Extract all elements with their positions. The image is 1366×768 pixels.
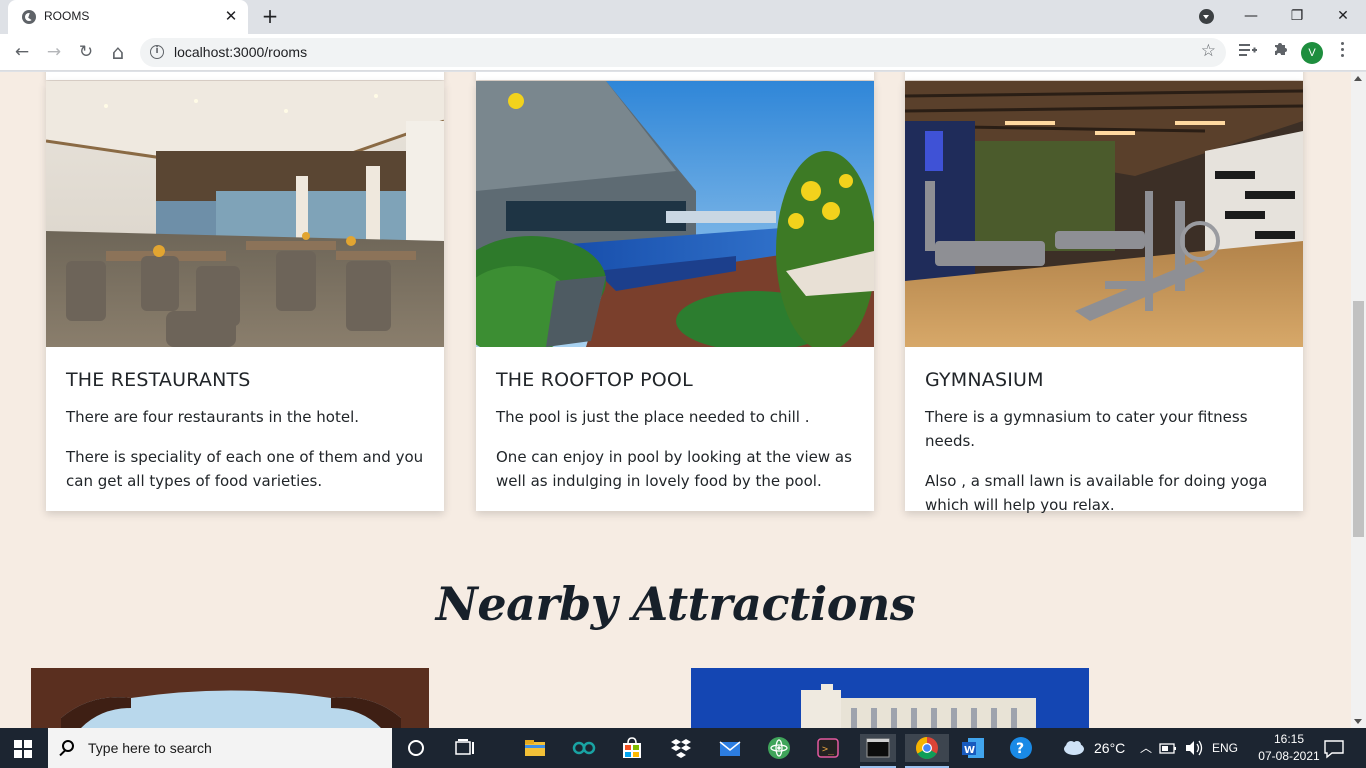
weather-temperature[interactable]: 26°C (1094, 740, 1125, 756)
scroll-down-arrow-icon[interactable] (1354, 719, 1362, 724)
bookmark-star-icon[interactable]: ☆ (1201, 41, 1216, 61)
previous-card-edge (905, 72, 1303, 80)
extensions-icon[interactable] (1268, 40, 1292, 64)
facility-card-restaurants: THE RESTAURANTS There are four restauran… (46, 81, 444, 511)
browser-menu-icon[interactable] (1338, 42, 1346, 60)
card-title: THE RESTAURANTS (66, 369, 251, 391)
windows-start-icon[interactable] (14, 740, 32, 758)
new-tab-button[interactable]: + (258, 4, 282, 28)
restore-button[interactable]: ❐ (1282, 4, 1312, 28)
help-icon[interactable]: ? (1007, 734, 1035, 762)
profile-avatar[interactable]: V (1301, 42, 1323, 64)
svg-text:?: ? (1016, 741, 1024, 757)
svg-text:W: W (964, 745, 975, 756)
clock-time[interactable]: 16:15 (1264, 732, 1314, 746)
card-text: Also , a small lawn is available for doi… (925, 472, 1268, 514)
reading-list-icon[interactable] (1236, 40, 1260, 64)
chrome-icon[interactable] (905, 734, 949, 762)
microsoft-store-icon[interactable] (618, 734, 646, 762)
card-text: One can enjoy in pool by looking at the … (496, 448, 852, 490)
back-button[interactable]: ← (10, 40, 34, 64)
previous-card-edge (46, 72, 444, 80)
minimize-button[interactable]: — (1236, 4, 1266, 28)
task-view-icon[interactable] (450, 734, 478, 762)
volume-icon[interactable] (1183, 734, 1205, 762)
home-button[interactable]: ⌂ (106, 40, 130, 64)
file-explorer-icon[interactable] (521, 734, 549, 762)
microsoft-word-icon[interactable]: W (959, 734, 987, 762)
site-info-icon[interactable]: i (150, 45, 164, 59)
clock-date[interactable]: 07-08-2021 (1252, 749, 1326, 763)
facility-card-gymnasium: GYMNASIUM There is a gymnasium to cater … (905, 81, 1303, 514)
attraction-photo-palace (691, 668, 1089, 728)
card-text: The pool is just the place needed to chi… (496, 408, 810, 426)
taskbar-search-box[interactable]: Type here to search (48, 728, 392, 768)
section-heading-nearby-attractions: Nearby Attractions (435, 577, 916, 631)
card-text: There are four restaurants in the hotel. (66, 408, 360, 426)
restaurant-photo (46, 81, 444, 347)
attraction-photo-fort-arch (31, 668, 429, 728)
url-text[interactable]: localhost:3000/rooms (174, 44, 307, 60)
page-content: THE RESTAURANTS There are four restauran… (0, 72, 1351, 728)
globe-icon (22, 10, 36, 24)
show-hidden-icons-icon[interactable]: ︿ (1140, 739, 1152, 756)
tab-strip: ROOMS ✕ + — ❐ ✕ (0, 0, 1366, 34)
scroll-up-arrow-icon[interactable] (1354, 76, 1362, 81)
tab-search-icon[interactable] (1199, 9, 1214, 24)
browser-tab[interactable]: ROOMS ✕ (8, 0, 248, 34)
weather-cloud-icon[interactable] (1060, 734, 1088, 762)
previous-card-edge (476, 72, 874, 80)
forward-button[interactable]: → (42, 40, 66, 64)
battery-network-icon[interactable] (1157, 734, 1179, 762)
window-close-button[interactable]: ✕ (1328, 4, 1358, 28)
language-indicator[interactable]: ENG (1212, 741, 1238, 755)
atom-editor-icon[interactable] (765, 734, 793, 762)
address-bar[interactable]: i localhost:3000/rooms ☆ (140, 38, 1226, 67)
page-scrollbar[interactable] (1351, 72, 1366, 728)
facility-card-rooftop-pool: THE ROOFTOP POOL The pool is just the pl… (476, 81, 874, 511)
reload-button[interactable]: ↻ (74, 40, 98, 64)
scroll-thumb[interactable] (1353, 301, 1364, 537)
mail-icon[interactable] (716, 734, 744, 762)
command-prompt-icon[interactable] (860, 734, 896, 762)
terminal-app-icon[interactable]: >_ (814, 734, 842, 762)
card-title: THE ROOFTOP POOL (496, 369, 693, 391)
browser-toolbar: ← → ↻ ⌂ i localhost:3000/rooms ☆ V (0, 34, 1366, 71)
card-text: There is speciality of each one of them … (66, 448, 424, 490)
card-text: There is a gymnasium to cater your fitne… (925, 408, 1248, 450)
windows-taskbar: Type here to search >_ W ? 26°C ︿ ENG 16… (0, 728, 1366, 768)
search-placeholder: Type here to search (88, 740, 212, 756)
svg-text:>_: >_ (822, 744, 835, 755)
search-icon (62, 740, 74, 752)
notifications-icon[interactable] (1320, 734, 1348, 762)
card-title: GYMNASIUM (925, 369, 1044, 391)
arduino-icon[interactable] (570, 734, 598, 762)
gymnasium-photo (905, 81, 1303, 347)
tab-close-button[interactable]: ✕ (222, 7, 240, 25)
rooftop-pool-photo (476, 81, 874, 347)
tab-title: ROOMS (44, 9, 90, 23)
cortana-icon[interactable] (402, 734, 430, 762)
dropbox-icon[interactable] (667, 734, 695, 762)
